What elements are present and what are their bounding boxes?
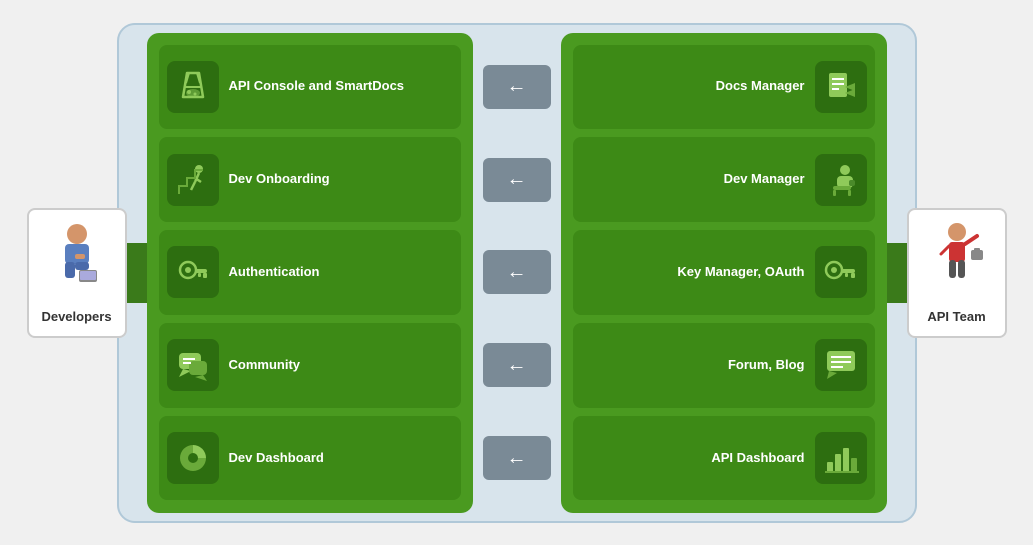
arrow-icon-2: ← (507, 168, 527, 191)
developer-label: Developers (41, 309, 111, 324)
api-team-label: API Team (927, 309, 985, 324)
pie-chart-icon-box (167, 432, 219, 484)
docs-icon-box (815, 61, 867, 113)
bar-chart-icon-box (815, 432, 867, 484)
manager-icon-box (815, 154, 867, 206)
api-console-row: API Console and SmartDocs (159, 45, 461, 130)
arrow-pill-2: ← (483, 158, 551, 202)
api-team-icon (927, 222, 987, 304)
arrow-4: ← (483, 323, 551, 408)
arrow-2: ← (483, 137, 551, 222)
api-console-label: API Console and SmartDocs (219, 78, 415, 95)
forum-blog-label: Forum, Blog (718, 357, 815, 374)
key-icon-box (167, 246, 219, 298)
dev-onboarding-label: Dev Onboarding (219, 171, 340, 188)
arrow-1: ← (483, 45, 551, 130)
community-row: Community (159, 323, 461, 408)
key-manager-row: Key Manager, OAuth (573, 230, 875, 315)
arrow-3: ← (483, 230, 551, 315)
arrow-icon-1: ← (507, 75, 527, 98)
key-manager-label: Key Manager, OAuth (667, 264, 814, 281)
api-team-box: API Team (907, 208, 1007, 338)
authentication-row: Authentication (159, 230, 461, 315)
dev-manager-row: Dev Manager (573, 137, 875, 222)
dev-manager-label: Dev Manager (714, 171, 815, 188)
arrow-icon-3: ← (507, 261, 527, 284)
middle-arrows-area: ← ← ← ← ← (477, 33, 557, 513)
left-green-panel: API Console and SmartDocs Dev Onboardin (147, 33, 473, 513)
escalator-icon-box (167, 154, 219, 206)
api-dashboard-row: API Dashboard (573, 416, 875, 501)
arrow-5: ← (483, 416, 551, 501)
flask-icon-box (167, 61, 219, 113)
dev-dashboard-row: Dev Dashboard (159, 416, 461, 501)
docs-manager-label: Docs Manager (706, 78, 815, 95)
docs-manager-row: Docs Manager (573, 45, 875, 130)
developer-icon (47, 222, 107, 304)
api-dashboard-label: API Dashboard (701, 450, 814, 467)
developer-box: Developers (27, 208, 127, 338)
community-label: Community (219, 357, 311, 374)
arrow-icon-5: ← (507, 447, 527, 470)
authentication-label: Authentication (219, 264, 330, 281)
inner-panels-area: API Console and SmartDocs Dev Onboardin (147, 33, 887, 513)
arrow-pill-3: ← (483, 250, 551, 294)
forum-icon-box (815, 339, 867, 391)
forum-blog-row: Forum, Blog (573, 323, 875, 408)
key-oauth-icon-box (815, 246, 867, 298)
arrow-pill-4: ← (483, 343, 551, 387)
chat-icon-box (167, 339, 219, 391)
right-green-panel: Docs Manager Dev Manager (561, 33, 887, 513)
arrow-icon-4: ← (507, 354, 527, 377)
dev-onboarding-row: Dev Onboarding (159, 137, 461, 222)
dev-dashboard-label: Dev Dashboard (219, 450, 334, 467)
arrow-pill-5: ← (483, 436, 551, 480)
arrow-pill-1: ← (483, 65, 551, 109)
main-diagram: Developers API Console an (27, 13, 1007, 533)
